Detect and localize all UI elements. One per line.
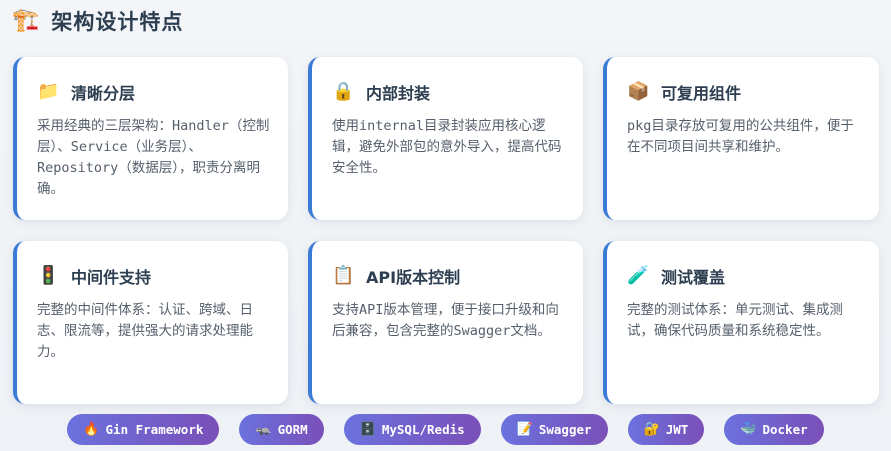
tag-label: Gin Framework	[105, 422, 204, 437]
test-tube-icon: 🧪	[627, 265, 650, 286]
traffic-light-icon: 🚦	[37, 265, 60, 286]
feature-card-reusable: 📦 可复用组件 pkg目录存放可复用的公共组件，便于在不同项目间共享和维护。	[603, 57, 879, 220]
tag-jwt: 🔐 JWT	[627, 414, 705, 445]
lock-key-icon: 🔐	[643, 422, 660, 437]
card-description: 完整的中间件体系：认证、跨域、日志、限流等，提供强大的请求处理能力。	[37, 302, 253, 360]
lock-icon: 🔒	[332, 81, 355, 102]
feature-grid: 📁 清晰分层 采用经典的三层架构：Handler（控制层）、Service（业务…	[13, 57, 883, 404]
tag-mysql-redis: 🗄️ MySQL/Redis	[343, 414, 481, 445]
file-cabinet-icon: 🗄️	[359, 422, 376, 437]
tag-gorm: 🦡 GORM	[239, 414, 324, 445]
card-title: 可复用组件	[661, 84, 742, 103]
feature-card-middleware: 🚦 中间件支持 完整的中间件体系：认证、跨域、日志、限流等，提供强大的请求处理能…	[13, 241, 288, 404]
tag-docker: 🐳 Docker	[724, 414, 824, 445]
tag-swagger: 📝 Swagger	[500, 414, 608, 445]
tag-label: GORM	[277, 422, 308, 437]
feature-card-layering: 📁 清晰分层 采用经典的三层架构：Handler（控制层）、Service（业务…	[13, 57, 288, 220]
feature-card-testing: 🧪 测试覆盖 完整的测试体系：单元测试、集成测试，确保代码质量和系统稳定性。	[603, 241, 879, 404]
tag-label: Swagger	[538, 422, 592, 437]
tag-label: MySQL/Redis	[381, 422, 465, 437]
memo-icon: 📝	[516, 422, 533, 437]
card-title: 内部封装	[366, 84, 431, 103]
card-title: 清晰分层	[71, 84, 136, 103]
tag-label: JWT	[665, 422, 689, 437]
feature-card-api-versioning: 📋 API版本控制 支持API版本管理，便于接口升级和向后兼容，包含完整的Swa…	[308, 241, 583, 404]
clipboard-icon: 📋	[332, 265, 355, 286]
tech-tag-list: 🔥 Gin Framework 🦡 GORM 🗄️ MySQL/Redis 📝 …	[0, 414, 891, 445]
feature-card-encapsulation: 🔒 内部封装 使用internal目录封装应用核心逻辑，避免外部包的意外导入，提…	[308, 57, 583, 220]
card-title: API版本控制	[366, 268, 461, 287]
badger-icon: 🦡	[255, 422, 272, 437]
section-header: 🏗️ 架构设计特点	[12, 6, 183, 36]
tag-label: Docker	[762, 422, 808, 437]
tag-gin: 🔥 Gin Framework	[67, 414, 220, 445]
fire-icon: 🔥	[83, 422, 100, 437]
card-description: pkg目录存放可复用的公共组件，便于在不同项目间共享和维护。	[627, 118, 854, 155]
whale-icon: 🐳	[740, 422, 757, 437]
construction-icon: 🏗️	[12, 8, 40, 33]
card-description: 使用internal目录封装应用核心逻辑，避免外部包的意外导入，提高代码安全性。	[332, 118, 562, 176]
folder-icon: 📁	[37, 81, 60, 102]
card-title: 中间件支持	[71, 268, 152, 287]
card-description: 采用经典的三层架构：Handler（控制层）、Service（业务层）、Repo…	[37, 118, 270, 197]
card-title: 测试覆盖	[661, 268, 726, 287]
section-title: 架构设计特点	[51, 10, 184, 34]
package-icon: 📦	[627, 81, 650, 102]
card-description: 支持API版本管理，便于接口升级和向后兼容，包含完整的Swagger文档。	[332, 302, 559, 339]
card-description: 完整的测试体系：单元测试、集成测试，确保代码质量和系统稳定性。	[627, 302, 843, 339]
